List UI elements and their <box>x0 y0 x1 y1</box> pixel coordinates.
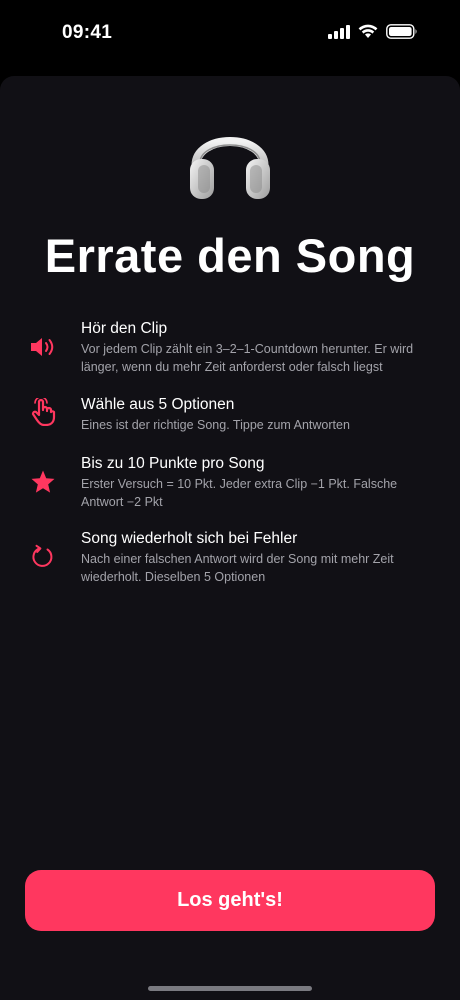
rule-description: Vor jedem Clip zählt ein 3–2–1-Countdown… <box>81 342 414 374</box>
speaker-icon <box>28 332 58 362</box>
page-title: Errate den Song <box>44 229 416 282</box>
headphones-icon <box>190 137 270 199</box>
battery-icon <box>386 24 417 39</box>
home-indicator[interactable] <box>148 986 312 991</box>
retry-icon <box>28 542 58 572</box>
rule-title: Wähle aus 5 Optionen <box>81 396 235 413</box>
rule-title: Bis zu 10 Punkte pro Song <box>81 455 265 472</box>
rule-description: Nach einer falschen Antwort wird der Son… <box>81 552 394 584</box>
rule-title: Hör den Clip <box>81 320 168 337</box>
tap-hand-icon <box>28 397 58 427</box>
status-bar: 09:41 <box>0 0 460 70</box>
status-time: 09:41 <box>62 22 113 43</box>
star-icon <box>28 467 58 497</box>
start-game-button[interactable]: Los geht's! <box>25 870 435 931</box>
wifi-icon <box>358 24 378 38</box>
status-icons <box>328 24 418 39</box>
rule-description: Erster Versuch = 10 Pkt. Jeder extra Cli… <box>81 477 398 509</box>
cellular-signal-icon <box>328 24 350 39</box>
rule-title: Song wiederholt sich bei Fehler <box>81 530 298 547</box>
rule-description: Eines ist der richtige Song. Tippe zum A… <box>81 418 350 432</box>
